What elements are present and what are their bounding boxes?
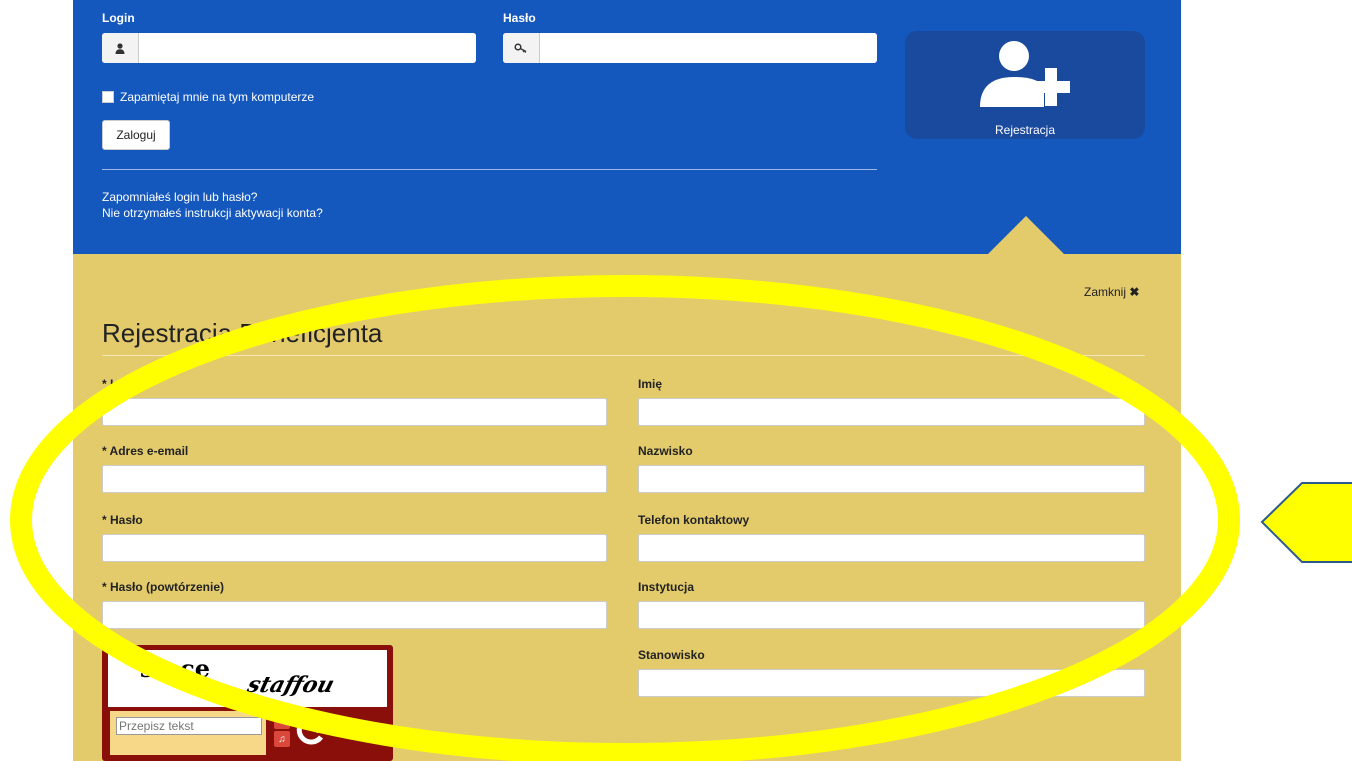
remember-checkbox[interactable] [102,91,114,103]
password-input-group [503,33,877,63]
refresh-icon[interactable]: ↻ [274,713,290,729]
user-plus-icon [980,41,1070,107]
login-input-group [102,33,476,63]
annotation-arrow [1260,482,1352,563]
form-title: Rejestracja Beneficjenta [102,318,383,348]
email-field[interactable] [102,465,607,493]
position-label: Stanowisko [638,648,705,662]
password-repeat-label: * Hasło (powtórzenie) [102,580,225,594]
audio-icon[interactable]: ♫ [274,731,290,747]
remember-label: Zapamiętaj mnie na tym komputerze [120,90,315,104]
captcha-input[interactable] [116,717,262,735]
key-icon [503,33,540,63]
close-icon: ✖ [1129,285,1140,299]
activation-link[interactable]: Nie otrzymałeś instrukcji aktywacji kont… [102,206,323,220]
remember-me[interactable]: Zapamiętaj mnie na tym komputerze [102,90,314,104]
login-input[interactable] [139,33,476,61]
register-label: Rejestracja [994,123,1056,137]
register-tile[interactable]: Rejestracja [905,31,1145,139]
recaptcha-brand-text: reCAPTCHA [316,725,375,736]
phone-field[interactable] [638,534,1145,562]
login-divider [102,169,877,170]
panel-pointer [988,216,1064,254]
close-link[interactable]: Zamknij ✖ [1084,285,1139,299]
password-repeat-field[interactable] [102,601,607,629]
password-field-label: * Hasło [102,513,143,527]
login-field-label: * Login [102,377,143,391]
institution-label: Instytucja [638,580,695,594]
last-name-label: Nazwisko [638,444,693,458]
position-field[interactable] [638,669,1145,697]
email-field-label: * Adres e-email [102,444,189,458]
close-label: Zamknij [1084,285,1127,299]
first-name-label: Imię [638,377,663,391]
recaptcha-brand: reCAPTCHA™ [316,725,381,736]
login-label: Login [102,11,135,25]
phone-label: Telefon kontaktowy [638,513,750,527]
title-divider [102,355,1145,356]
captcha-input-area [110,711,266,755]
recaptcha-widget: since staffou ↻ ♫ reCAPTCHA™ [102,645,393,761]
institution-field[interactable] [638,601,1145,629]
captcha-image: since staffou [108,650,387,707]
last-name-field[interactable] [638,465,1145,493]
password-input[interactable] [540,33,877,61]
first-name-field[interactable] [638,398,1145,426]
captcha-word-1: since [140,654,210,683]
password-label: Hasło [503,11,536,25]
login-button[interactable]: Zaloguj [102,120,170,150]
user-icon [102,33,139,63]
captcha-word-2: staffou [244,672,338,698]
recaptcha-tm: ™ [374,728,382,735]
forgot-password-link[interactable]: Zapomniałeś login lub hasło? [102,190,257,204]
password-field[interactable] [102,534,607,562]
login-field[interactable] [102,398,607,426]
